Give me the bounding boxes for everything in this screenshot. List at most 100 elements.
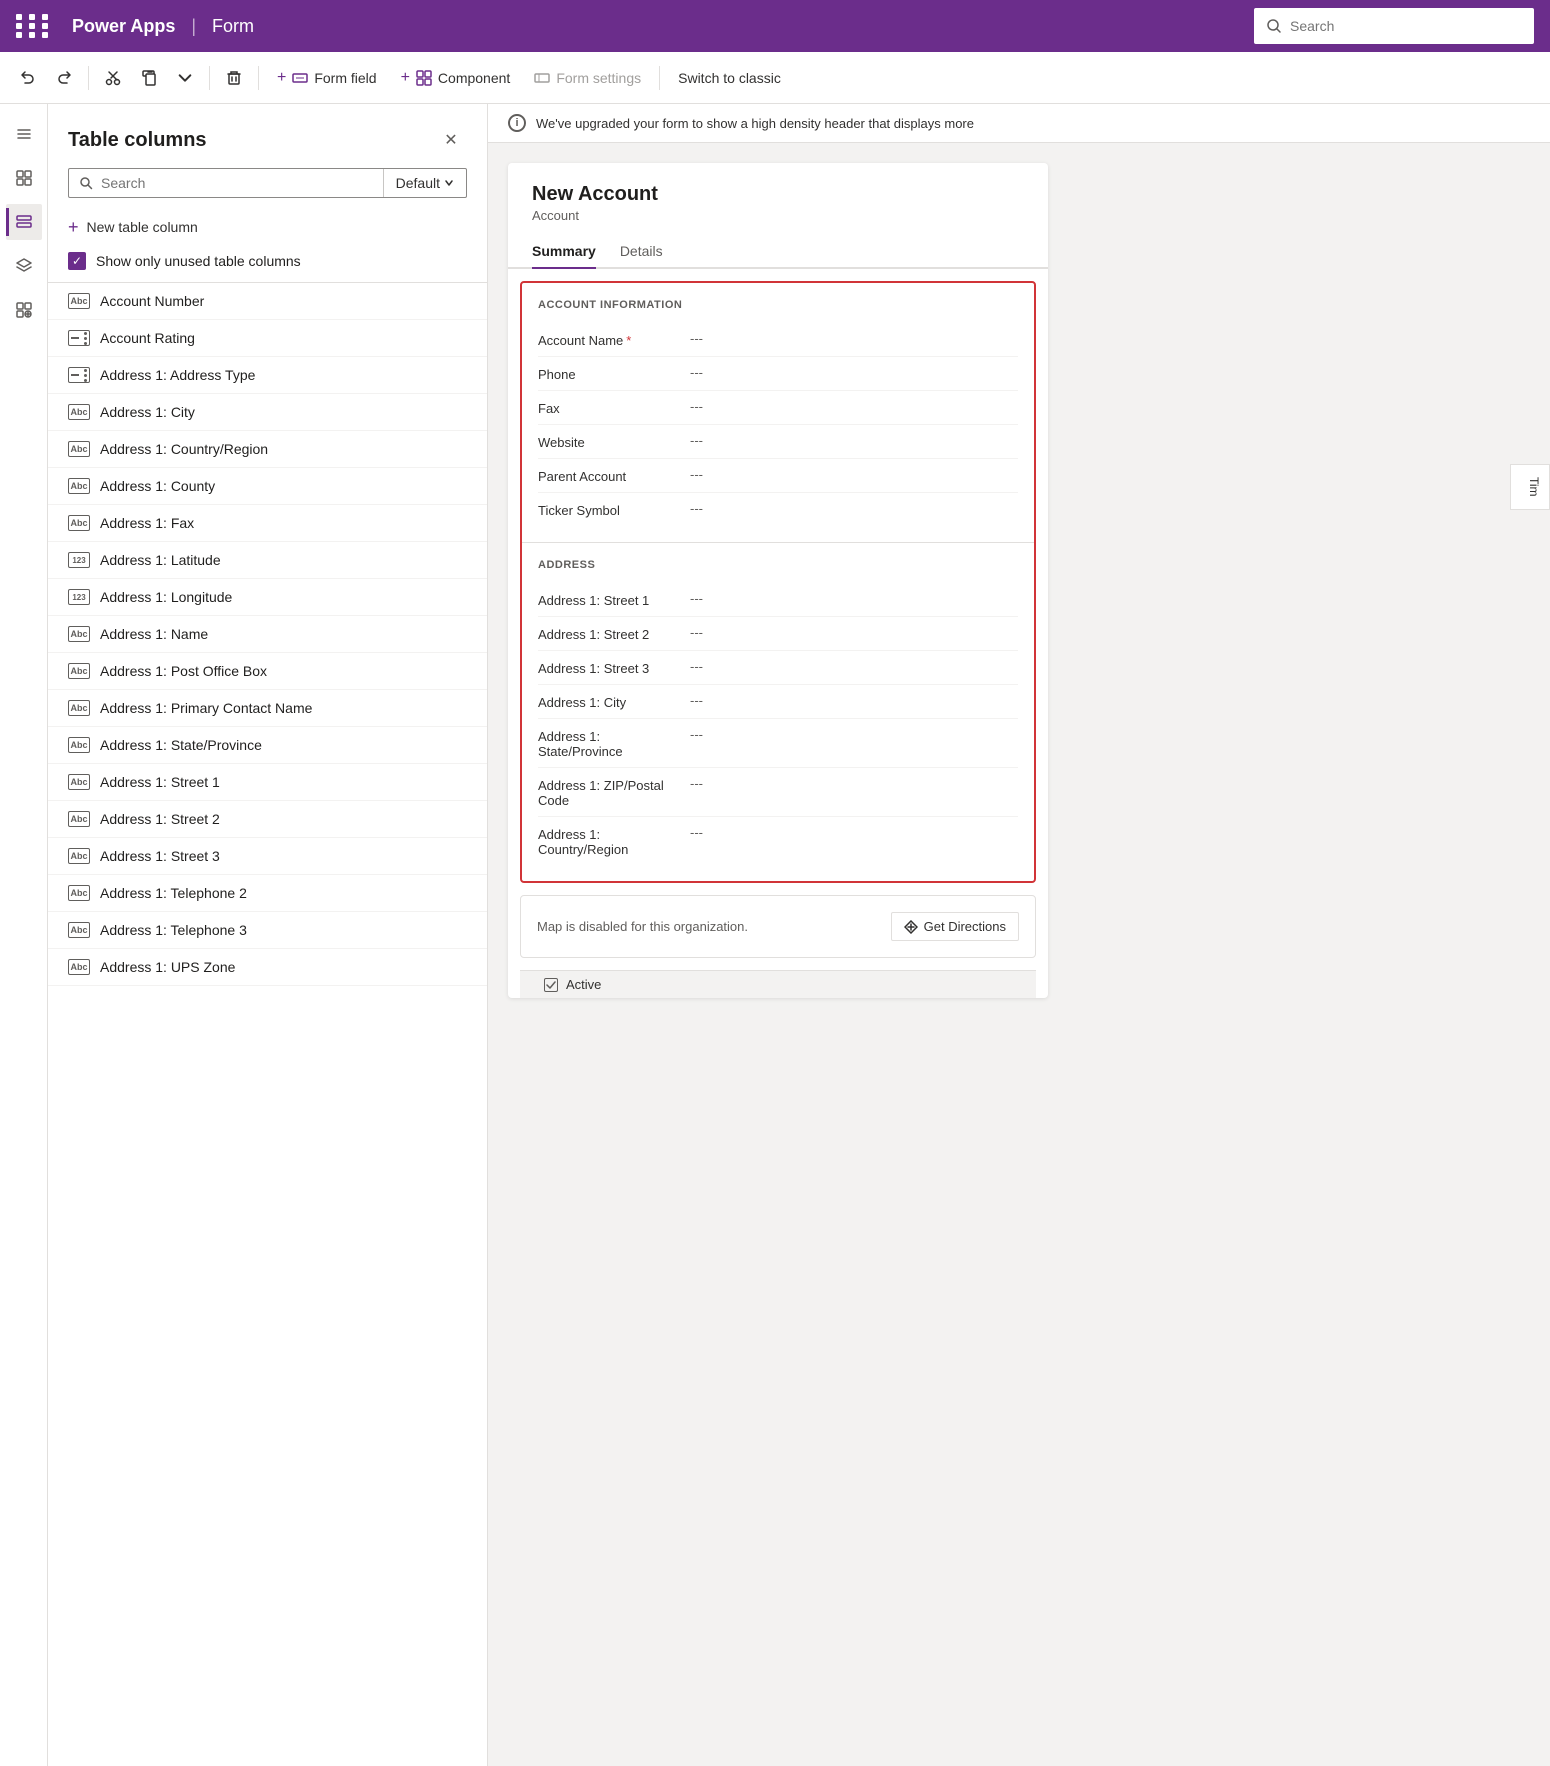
field-value[interactable]: --- (690, 693, 1018, 708)
panel-search-icon (79, 176, 93, 190)
sidebar-fields-button[interactable] (6, 204, 42, 240)
list-item[interactable]: AbcAddress 1: City (48, 394, 487, 431)
column-label: Address 1: Street 2 (100, 811, 220, 827)
form-header: New Account Account (508, 163, 1048, 235)
abc-icon: Abc (68, 885, 90, 901)
redo-button[interactable] (48, 64, 80, 92)
column-label: Address 1: UPS Zone (100, 959, 235, 975)
list-item[interactable]: Account Rating (48, 320, 487, 357)
search-input[interactable] (1290, 18, 1522, 34)
field-value[interactable]: --- (690, 659, 1018, 674)
list-item[interactable]: AbcAddress 1: State/Province (48, 727, 487, 764)
apps-grid-icon[interactable] (16, 14, 52, 38)
field-value[interactable]: --- (690, 433, 1018, 448)
map-disabled-text: Map is disabled for this organization. (537, 919, 748, 934)
column-search-input[interactable] (101, 175, 373, 191)
column-label: Address 1: Primary Contact Name (100, 700, 312, 716)
field-value[interactable]: --- (690, 776, 1018, 791)
list-item[interactable]: AbcAddress 1: Street 1 (48, 764, 487, 801)
field-value[interactable]: --- (690, 625, 1018, 640)
form-row: Address 1: ZIP/Postal Code--- (538, 768, 1018, 817)
column-label: Address 1: State/Province (100, 737, 262, 753)
list-item[interactable]: 123Address 1: Longitude (48, 579, 487, 616)
dropdown-button[interactable] (169, 64, 201, 92)
list-item[interactable]: AbcAddress 1: Street 3 (48, 838, 487, 875)
paste-button[interactable] (133, 64, 165, 92)
column-label: Address 1: Street 3 (100, 848, 220, 864)
abc-icon: Abc (68, 811, 90, 827)
field-label: Address 1: Country/Region (538, 825, 678, 857)
switch-to-classic-button[interactable]: Switch to classic (668, 64, 791, 92)
list-item[interactable]: AbcAddress 1: County (48, 468, 487, 505)
list-item[interactable]: Address 1: Address Type (48, 357, 487, 394)
form-settings-icon (534, 70, 550, 86)
list-item[interactable]: AbcAddress 1: Post Office Box (48, 653, 487, 690)
delete-icon (226, 70, 242, 86)
abc-icon: Abc (68, 626, 90, 642)
search-box[interactable] (1254, 8, 1534, 44)
field-value[interactable]: --- (690, 467, 1018, 482)
side-panel-tab[interactable]: Tim (1510, 464, 1550, 510)
sidebar-layers-button[interactable] (6, 248, 42, 284)
form-settings-button[interactable]: Form settings (524, 64, 651, 92)
panel-close-button[interactable]: ✕ (435, 124, 467, 156)
filter-dropdown-label: Default (396, 175, 440, 191)
list-item[interactable]: AbcAddress 1: Fax (48, 505, 487, 542)
column-label: Address 1: Name (100, 626, 208, 642)
tab-summary[interactable]: Summary (532, 235, 596, 269)
form-row: Address 1: Street 2--- (538, 617, 1018, 651)
field-value[interactable]: --- (690, 727, 1018, 742)
top-nav: Power Apps | Form (0, 0, 1550, 52)
field-value[interactable]: --- (690, 331, 1018, 346)
column-label: Address 1: Post Office Box (100, 663, 267, 679)
form-field-label: Form field (314, 70, 376, 86)
sidebar-components-button[interactable] (6, 292, 42, 328)
panel-title: Table columns (68, 129, 207, 152)
list-item[interactable]: AbcAddress 1: Telephone 2 (48, 875, 487, 912)
column-label: Address 1: Street 1 (100, 774, 220, 790)
tab-details[interactable]: Details (620, 235, 663, 269)
layers-icon (16, 258, 32, 274)
field-value[interactable]: --- (690, 591, 1018, 606)
info-bar: i We've upgraded your form to show a hig… (488, 104, 1550, 143)
field-label: Phone (538, 365, 678, 382)
list-item[interactable]: Abc Address 1: Street 2 (48, 801, 487, 838)
field-label: Address 1: City (538, 693, 678, 710)
field-value[interactable]: --- (690, 399, 1018, 414)
list-item[interactable]: AbcAddress 1: Primary Contact Name (48, 690, 487, 727)
panel-filter-dropdown[interactable]: Default (384, 169, 466, 197)
show-unused-checkbox-row[interactable]: Show only unused table columns (48, 244, 487, 282)
list-item[interactable]: AbcAddress 1: Telephone 3 (48, 912, 487, 949)
field-value[interactable]: --- (690, 365, 1018, 380)
form-tabs: Summary Details (508, 235, 1048, 269)
list-item[interactable]: AbcAccount Number (48, 283, 487, 320)
form-subtitle: Account (532, 208, 1024, 223)
status-icon (544, 978, 558, 992)
form-row: Ticker Symbol--- (538, 493, 1018, 526)
get-directions-button[interactable]: Get Directions (891, 912, 1019, 941)
list-item[interactable]: 123Address 1: Latitude (48, 542, 487, 579)
list-item[interactable]: AbcAddress 1: UPS Zone (48, 949, 487, 986)
component-label: Component (438, 70, 510, 86)
show-unused-checkbox[interactable] (68, 252, 86, 270)
add-form-field-button[interactable]: Form field (267, 63, 387, 93)
sidebar-menu-button[interactable] (6, 116, 42, 152)
add-component-button[interactable]: Component (391, 63, 521, 93)
cut-button[interactable] (97, 64, 129, 92)
content-area: i We've upgraded your form to show a hig… (488, 104, 1550, 1766)
sidebar-grid-button[interactable] (6, 160, 42, 196)
abc-icon: Abc (68, 404, 90, 420)
toolbar-sep-3 (258, 66, 259, 90)
new-table-column-button[interactable]: + New table column (48, 210, 487, 244)
panel-search-input-wrap (69, 169, 383, 197)
undo-button[interactable] (12, 64, 44, 92)
info-message: We've upgraded your form to show a high … (536, 116, 974, 131)
form-row: Parent Account--- (538, 459, 1018, 493)
delete-button[interactable] (218, 64, 250, 92)
list-item[interactable]: AbcAddress 1: Country/Region (48, 431, 487, 468)
field-label: Account Name* (538, 331, 678, 348)
field-value[interactable]: --- (690, 501, 1018, 516)
field-value[interactable]: --- (690, 825, 1018, 840)
list-item[interactable]: Abc Address 1: Name (48, 616, 487, 653)
column-label: Address 1: Longitude (100, 589, 232, 605)
